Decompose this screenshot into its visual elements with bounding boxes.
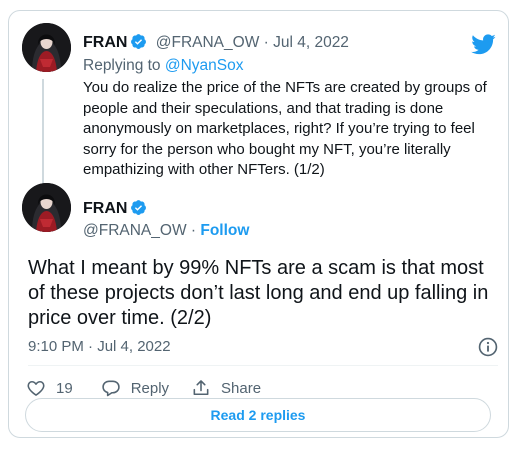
divider xyxy=(28,365,498,366)
share-button[interactable]: Share xyxy=(191,378,261,398)
avatar[interactable] xyxy=(22,23,71,72)
share-label: Share xyxy=(221,379,262,397)
verified-badge-icon xyxy=(130,199,147,222)
main-tweet-handle-row: @FRANA_OW · Follow xyxy=(83,221,249,241)
author-name[interactable]: FRAN xyxy=(83,34,127,51)
replying-to-handle-link[interactable]: @NyanSox xyxy=(165,57,244,74)
separator-dot: · xyxy=(186,222,201,239)
read-replies-button[interactable]: Read 2 replies xyxy=(25,398,491,432)
reply-button[interactable]: Reply xyxy=(101,378,169,398)
share-upload-icon xyxy=(193,380,209,396)
tweet-timestamp[interactable]: 9:10 PM · Jul 4, 2022 xyxy=(28,337,171,357)
handle-and-date[interactable]: @FRANA_OW · Jul 4, 2022 xyxy=(156,34,349,51)
info-icon[interactable] xyxy=(477,336,499,358)
speech-bubble-icon xyxy=(101,380,120,397)
reply-tweet-text: You do realize the price of the NFTs are… xyxy=(83,79,487,178)
replying-to: Replying to @NyanSox xyxy=(83,56,244,76)
reply-label: Reply xyxy=(130,379,170,397)
heart-icon xyxy=(27,380,45,396)
reply-tweet-header: FRAN @FRANA_OW · Jul 4, 2022 xyxy=(83,33,473,56)
author-name[interactable]: FRAN xyxy=(83,200,127,217)
replying-to-label: Replying to xyxy=(83,57,165,74)
tweet-actions: 19 Reply Share xyxy=(26,377,283,399)
main-tweet-author: FRAN xyxy=(83,199,147,222)
like-count: 19 xyxy=(56,379,73,397)
twitter-bird-icon[interactable] xyxy=(470,34,496,56)
follow-button[interactable]: Follow xyxy=(200,222,249,239)
thread-connector-line xyxy=(42,79,44,187)
embedded-tweet-card: FRAN @FRANA_OW · Jul 4, 2022 Replying to… xyxy=(8,10,509,438)
like-button[interactable]: 19 xyxy=(26,378,73,398)
verified-badge-icon xyxy=(130,33,147,56)
main-tweet-text: What I meant by 99% NFTs are a scam is t… xyxy=(28,257,489,329)
author-handle[interactable]: @FRANA_OW xyxy=(83,222,187,239)
avatar[interactable] xyxy=(22,183,71,232)
